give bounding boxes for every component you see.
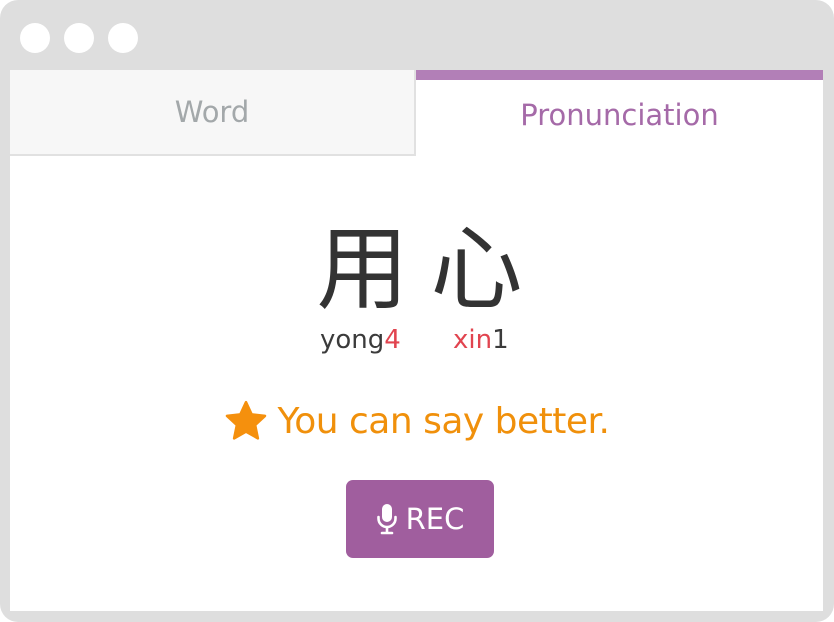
window-minimize-dot[interactable] [64, 23, 94, 53]
feedback-message: You can say better. [10, 400, 823, 442]
window-maximize-dot[interactable] [108, 23, 138, 53]
rec-button-label: REC [405, 502, 465, 536]
tab-word-label: Word [174, 95, 250, 129]
pinyin-text: xin [453, 325, 493, 355]
window-close-dot[interactable] [20, 23, 50, 53]
feedback-text: You can say better. [277, 400, 611, 442]
tab-pronunciation[interactable]: Pronunciation [416, 70, 823, 156]
tab-word[interactable]: Word [10, 70, 416, 156]
rec-button[interactable]: REC [346, 480, 494, 558]
tab-pronunciation-label: Pronunciation [520, 98, 719, 132]
hanzi-row: 用 心 [16, 220, 823, 320]
app-window: Word Pronunciation 用 心 yong4 xin1 You ca [0, 0, 834, 622]
pinyin-text: yong [320, 325, 385, 355]
pinyin-syllable: xin1 [453, 325, 509, 355]
window-controls [20, 23, 138, 53]
hanzi-char: 用 [316, 216, 409, 323]
pinyin-tone: 1 [492, 325, 509, 355]
pinyin-syllable: yong4 [320, 325, 401, 355]
content-panel: Word Pronunciation 用 心 yong4 xin1 You ca [10, 70, 823, 611]
word-display: 用 心 yong4 xin1 [10, 220, 823, 356]
tab-bar: Word Pronunciation [10, 70, 823, 156]
hanzi-char: 心 [430, 216, 523, 323]
microphone-icon [376, 503, 398, 535]
pinyin-tone: 4 [384, 325, 401, 355]
star-icon [224, 400, 268, 442]
